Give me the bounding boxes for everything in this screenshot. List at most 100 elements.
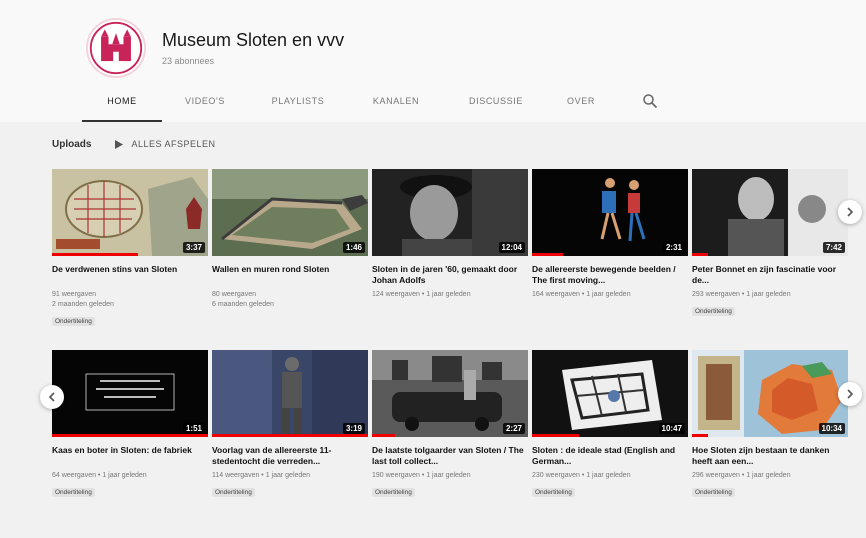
video-title[interactable]: De verdwenen stins van Sloten <box>52 264 208 286</box>
video-row-1: 3:37 De verdwenen stins van Sloten 91 we… <box>52 169 852 341</box>
video-row-2: 1:51 Kaas en boter in Sloten: de fabriek… <box>52 350 852 522</box>
video-views: 190 weergaven <box>372 472 420 479</box>
watch-progress-bar <box>532 253 564 256</box>
video-title[interactable]: Voorlag van de allereerste 11-stedentoch… <box>212 445 368 467</box>
chevron-right-icon <box>847 389 854 399</box>
subtitle-badge: Ondertiteling <box>52 317 95 326</box>
video-thumbnail[interactable]: 10:47 <box>532 350 688 437</box>
video-thumbnail[interactable]: 3:19 <box>212 350 368 437</box>
tab-channels[interactable]: KANALEN <box>358 82 434 122</box>
video-card[interactable]: 1:46 Wallen en muren rond Sloten 80 weer… <box>212 169 368 310</box>
video-views: 230 weergaven <box>532 472 580 479</box>
video-thumbnail[interactable]: 7:42 <box>692 169 848 256</box>
video-thumbnail[interactable]: 10:34 <box>692 350 848 437</box>
video-age: 1 jaar geleden <box>426 291 471 298</box>
prev-row-2-button[interactable] <box>40 385 64 409</box>
search-icon[interactable] <box>642 93 658 109</box>
watch-progress-bar <box>52 434 208 437</box>
video-duration: 10:34 <box>818 423 845 434</box>
video-views-age: 64 weergaven • 1 jaar geleden <box>52 472 147 479</box>
video-age: 1 jaar geleden <box>426 472 471 479</box>
tab-about[interactable]: OVER <box>556 82 606 122</box>
uploads-section-header: Uploads ALLES AFSPELEN <box>52 136 216 152</box>
video-duration: 12:04 <box>498 242 525 253</box>
castle-logo-icon <box>89 21 143 75</box>
video-views-age: 293 weergaven • 1 jaar geleden <box>692 291 791 298</box>
channel-title: Museum Sloten en vvv <box>162 30 345 50</box>
tab-videos[interactable]: VIDEO'S <box>170 82 240 122</box>
watch-progress-bar <box>692 253 708 256</box>
subtitle-badge: Ondertiteling <box>532 488 575 497</box>
channel-avatar[interactable] <box>86 18 146 78</box>
video-views: 296 weergaven <box>692 472 740 479</box>
video-card[interactable]: 1:51 Kaas en boter in Sloten: de fabriek… <box>52 350 208 499</box>
video-views: 124 weergaven <box>372 291 420 298</box>
chevron-left-icon <box>48 392 55 402</box>
video-title[interactable]: Hoe Sloten zijn bestaan te danken heeft … <box>692 445 848 467</box>
video-duration: 3:19 <box>342 423 365 434</box>
subtitle-badge: Ondertiteling <box>212 488 255 497</box>
video-views: 64 weergaven <box>52 472 96 479</box>
video-card[interactable]: 2:31 De allereerste bewegende beelden / … <box>532 169 688 300</box>
video-duration: 1:46 <box>342 242 365 253</box>
video-age: 1 jaar geleden <box>586 291 631 298</box>
subtitle-badge: Ondertiteling <box>692 488 735 497</box>
video-thumbnail[interactable]: 12:04 <box>372 169 528 256</box>
video-age: 1 jaar geleden <box>265 472 311 479</box>
section-title[interactable]: Uploads <box>52 139 91 150</box>
video-thumbnail[interactable]: 2:31 <box>532 169 688 256</box>
video-title[interactable]: Sloten : de ideale stad (English and Ger… <box>532 445 688 467</box>
video-duration: 10:47 <box>658 423 685 434</box>
video-age: 6 maanden geleden <box>212 301 274 308</box>
video-card[interactable]: 3:19 Voorlag van de allereerste 11-stede… <box>212 350 368 499</box>
video-card[interactable]: 10:34 Hoe Sloten zijn bestaan te danken … <box>692 350 848 499</box>
video-views-age: 114 weergaven • 1 jaar geleden <box>212 472 311 479</box>
video-card[interactable]: 3:37 De verdwenen stins van Sloten 91 we… <box>52 169 208 328</box>
chevron-right-icon <box>847 207 854 217</box>
tab-home[interactable]: HOME <box>82 82 162 122</box>
play-all-button[interactable]: ALLES AFSPELEN <box>115 139 215 149</box>
subscriber-count: 23 abonnees <box>162 56 215 66</box>
video-age: 1 jaar geleden <box>746 291 791 298</box>
video-duration: 1:51 <box>182 423 205 434</box>
video-views-age: 190 weergaven • 1 jaar geleden <box>372 472 471 479</box>
video-title[interactable]: Kaas en boter in Sloten: de fabriek <box>52 445 208 467</box>
play-all-label: ALLES AFSPELEN <box>131 139 216 149</box>
video-views-age: 296 weergaven • 1 jaar geleden <box>692 472 791 479</box>
video-card[interactable]: 2:27 De laatste tolgaarder van Sloten / … <box>372 350 528 499</box>
watch-progress-bar <box>532 434 579 437</box>
video-views: 293 weergaven <box>692 291 740 298</box>
video-title[interactable]: De laatste tolgaarder van Sloten / The l… <box>372 445 528 467</box>
video-views: 114 weergaven <box>212 472 260 479</box>
video-views: 91 weergaven <box>52 291 96 298</box>
video-title[interactable]: De allereerste bewegende beelden / The f… <box>532 264 688 286</box>
watch-progress-bar <box>692 434 708 437</box>
video-thumbnail[interactable]: 1:46 <box>212 169 368 256</box>
subtitle-badge: Ondertiteling <box>52 488 95 497</box>
video-duration: 7:42 <box>822 242 845 253</box>
subtitle-badge: Ondertiteling <box>372 488 415 497</box>
video-title[interactable]: Peter Bonnet en zijn fascinatie voor de.… <box>692 264 848 286</box>
video-card[interactable]: 7:42 Peter Bonnet en zijn fascinatie voo… <box>692 169 848 318</box>
tab-playlists[interactable]: PLAYLISTS <box>258 82 338 122</box>
video-duration: 3:37 <box>182 242 205 253</box>
play-icon <box>115 139 124 149</box>
watch-progress-bar <box>52 253 138 256</box>
next-row-2-button[interactable] <box>838 382 862 406</box>
next-row-1-button[interactable] <box>838 200 862 224</box>
video-age: 1 jaar geleden <box>102 472 147 479</box>
subtitle-badge: Ondertiteling <box>692 307 735 316</box>
video-views: 164 weergaven <box>532 291 580 298</box>
video-thumbnail[interactable]: 2:27 <box>372 350 528 437</box>
video-thumbnail[interactable]: 1:51 <box>52 350 208 437</box>
video-card[interactable]: 12:04 Sloten in de jaren '60, gemaakt do… <box>372 169 528 300</box>
video-thumbnail[interactable]: 3:37 <box>52 169 208 256</box>
tab-discussion[interactable]: DISCUSSIE <box>456 82 536 122</box>
watch-progress-bar <box>372 434 396 437</box>
video-age: 1 jaar geleden <box>586 472 631 479</box>
video-card[interactable]: 10:47 Sloten : de ideale stad (English a… <box>532 350 688 499</box>
video-age: 2 maanden geleden <box>52 301 114 308</box>
video-title[interactable]: Sloten in de jaren '60, gemaakt door Joh… <box>372 264 528 286</box>
video-duration: 2:31 <box>662 242 685 253</box>
video-title[interactable]: Wallen en muren rond Sloten <box>212 264 368 286</box>
